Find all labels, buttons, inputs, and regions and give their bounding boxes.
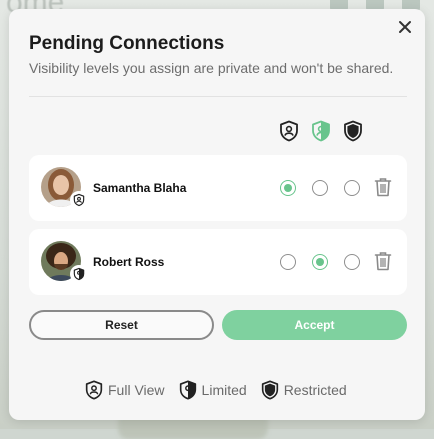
full-view-shield-icon bbox=[280, 120, 298, 142]
radio-limited[interactable] bbox=[312, 180, 328, 196]
full-view-shield-icon bbox=[73, 193, 85, 207]
pending-connections-dialog: Pending Connections Visibility levels yo… bbox=[9, 9, 425, 420]
avatar-badge bbox=[70, 191, 88, 209]
connection-name: Samantha Blaha bbox=[93, 181, 187, 195]
radio-restricted[interactable] bbox=[344, 180, 360, 196]
reset-button[interactable]: Reset bbox=[29, 310, 214, 340]
trash-icon[interactable] bbox=[374, 251, 392, 271]
trash-icon[interactable] bbox=[374, 177, 392, 197]
visibility-legend: Full View Limited Restricted bbox=[83, 378, 359, 402]
divider bbox=[29, 96, 407, 97]
radio-limited[interactable] bbox=[312, 254, 328, 270]
dialog-title: Pending Connections bbox=[29, 33, 225, 54]
legend-label: Restricted bbox=[283, 382, 347, 398]
radio-full-view[interactable] bbox=[280, 254, 296, 270]
close-icon bbox=[399, 21, 411, 33]
connection-row: Samantha Blaha bbox=[29, 155, 407, 221]
avatar-badge bbox=[70, 265, 88, 283]
legend-item-full-view: Full View bbox=[83, 379, 165, 401]
accept-button[interactable]: Accept bbox=[222, 310, 407, 340]
restricted-shield-icon bbox=[261, 380, 278, 400]
limited-shield-icon bbox=[73, 267, 85, 281]
legend-item-restricted: Restricted bbox=[259, 379, 347, 401]
close-button[interactable] bbox=[395, 17, 415, 37]
connection-name: Robert Ross bbox=[93, 255, 165, 269]
legend-label: Limited bbox=[201, 382, 247, 398]
connection-row: Robert Ross bbox=[29, 229, 407, 295]
radio-full-view[interactable] bbox=[280, 180, 296, 196]
dialog-subtitle: Visibility levels you assign are private… bbox=[29, 60, 394, 76]
limited-shield-icon bbox=[179, 380, 196, 400]
visibility-column-headers bbox=[277, 119, 373, 143]
restricted-shield-icon bbox=[344, 120, 362, 142]
full-view-shield-icon bbox=[85, 380, 103, 400]
legend-label: Full View bbox=[108, 382, 165, 398]
limited-shield-icon bbox=[312, 120, 330, 142]
radio-restricted[interactable] bbox=[344, 254, 360, 270]
legend-item-limited: Limited bbox=[177, 379, 247, 401]
